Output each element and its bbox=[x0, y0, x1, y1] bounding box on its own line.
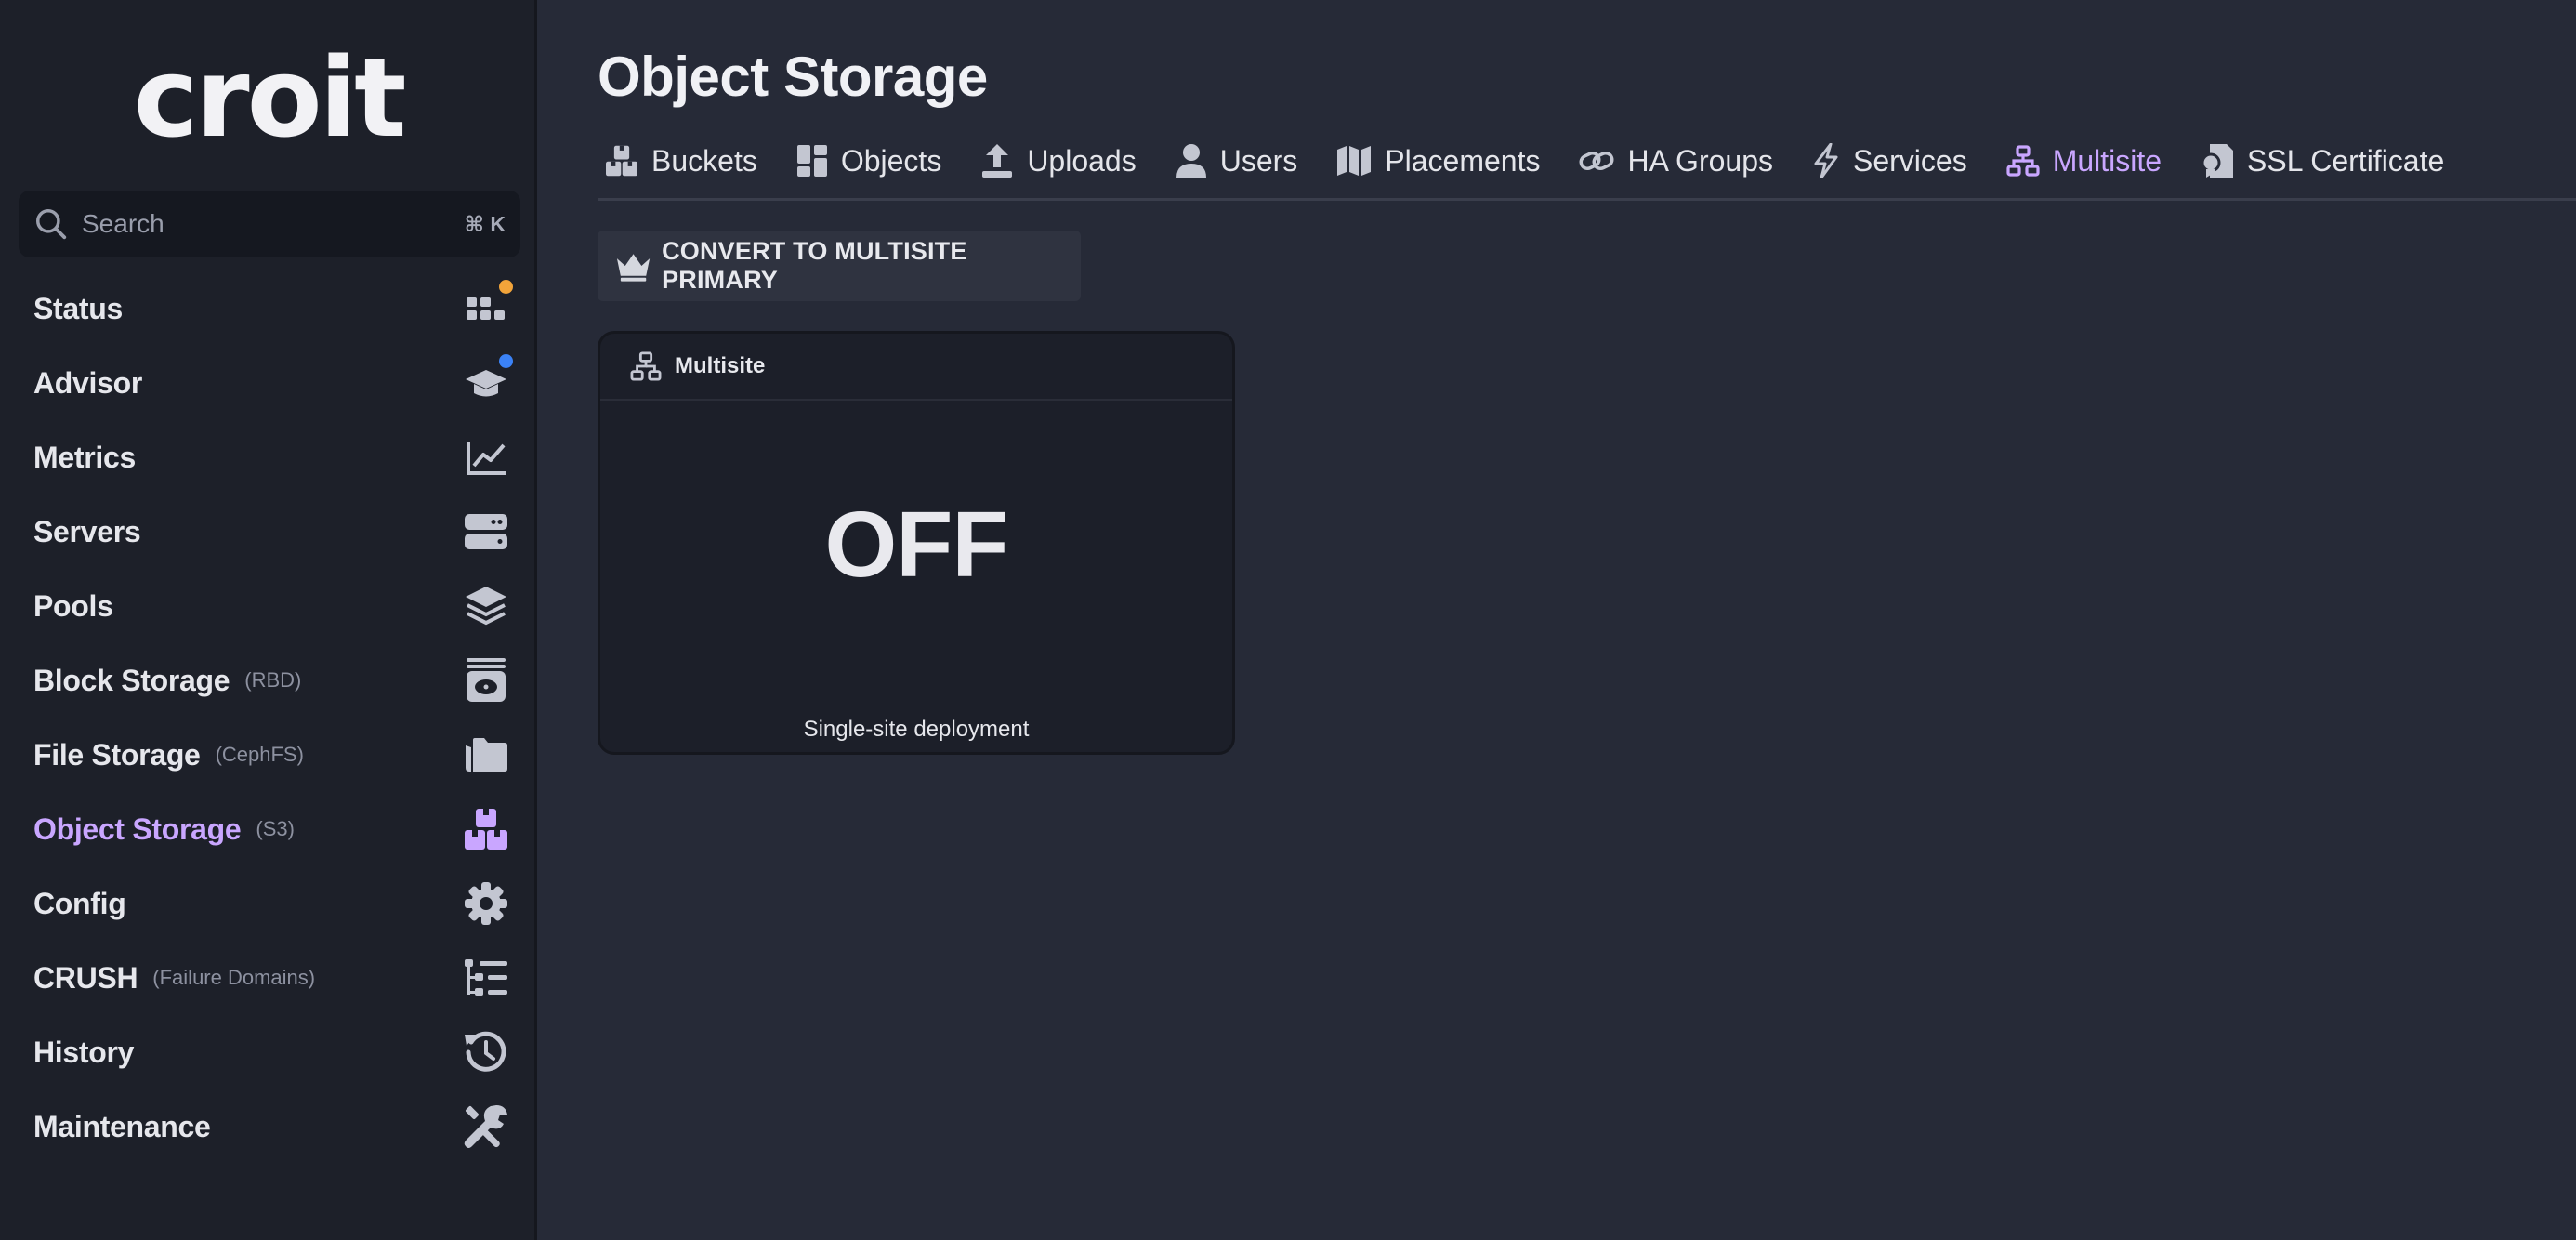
tab-label: SSL Certificate bbox=[2247, 143, 2445, 178]
tab-label: Services bbox=[1852, 143, 1967, 178]
search-shortcut-hint: ⌘ K bbox=[464, 211, 506, 236]
main-content: Object Storage Buckets Objects Uploads U… bbox=[540, 0, 2576, 1240]
tab-buckets[interactable]: Buckets bbox=[598, 130, 769, 191]
sidebar-item-sub: (Failure Domains) bbox=[152, 966, 316, 989]
sidebar-item-servers[interactable]: Servers bbox=[0, 495, 537, 569]
sidebar-item-label: Metrics bbox=[33, 440, 136, 474]
user-icon bbox=[1176, 144, 1206, 178]
sidebar-item-label: Object Storage bbox=[33, 811, 242, 846]
sidebar-item-label: Maintenance bbox=[33, 1109, 211, 1143]
croit-logo[interactable]: croit bbox=[0, 37, 537, 158]
sidebar-item-sub: (RBD) bbox=[244, 668, 302, 692]
boxes-icon bbox=[463, 806, 509, 852]
sidebar-item-config[interactable]: Config bbox=[0, 866, 537, 941]
history-icon bbox=[463, 1029, 509, 1075]
page-title: Object Storage bbox=[598, 46, 988, 108]
multisite-status-caption: Single-site deployment bbox=[803, 717, 1030, 742]
objects-icon bbox=[796, 145, 827, 177]
card-title: Multisite bbox=[675, 353, 766, 378]
tree-list-icon bbox=[463, 955, 509, 1001]
tab-label: Placements bbox=[1385, 143, 1541, 178]
sidebar-item-block-storage[interactable]: Block Storage (RBD) bbox=[0, 643, 537, 718]
sidebar-item-file-storage[interactable]: File Storage (CephFS) bbox=[0, 718, 537, 792]
graduation-cap-icon bbox=[463, 354, 513, 406]
sidebar-item-label: Status bbox=[33, 291, 123, 325]
sidebar-item-metrics[interactable]: Metrics bbox=[0, 420, 537, 495]
tab-label: Uploads bbox=[1027, 143, 1137, 178]
tab-label: Multisite bbox=[2052, 143, 2162, 178]
tab-label: Objects bbox=[840, 143, 942, 178]
status-grid-icon bbox=[463, 280, 513, 332]
tab-users[interactable]: Users bbox=[1168, 130, 1309, 191]
sidebar-item-history[interactable]: History bbox=[0, 1015, 537, 1089]
sidebar-item-label: Advisor bbox=[33, 365, 143, 400]
map-icon bbox=[1337, 146, 1372, 176]
sidebar-item-sub: (S3) bbox=[256, 817, 295, 840]
tab-bar: Buckets Objects Uploads Users Placements… bbox=[598, 130, 2576, 201]
tab-label: HA Groups bbox=[1627, 143, 1773, 178]
sitemap-icon bbox=[630, 351, 662, 381]
sidebar-nav: Status Advisor Metrics Servers Pools Blo… bbox=[0, 271, 537, 1164]
advisor-notification-dot bbox=[499, 354, 513, 368]
sidebar-item-label: File Storage bbox=[33, 737, 201, 772]
crown-icon bbox=[616, 254, 651, 282]
tab-ssl-certificate[interactable]: SSL Certificate bbox=[2193, 130, 2455, 191]
sidebar-item-status[interactable]: Status bbox=[0, 271, 537, 346]
sidebar-item-crush[interactable]: CRUSH (Failure Domains) bbox=[0, 941, 537, 1015]
convert-button-label: CONVERT TO MULTISITE PRIMARY bbox=[662, 237, 967, 294]
tab-services[interactable]: Services bbox=[1805, 130, 1978, 191]
link-icon bbox=[1579, 151, 1614, 171]
sidebar: croit Search ⌘ K Status Advisor Metrics … bbox=[0, 0, 537, 1240]
sidebar-item-pools[interactable]: Pools bbox=[0, 569, 537, 643]
sidebar-item-label: Pools bbox=[33, 588, 113, 623]
sidebar-item-label: CRUSH bbox=[33, 960, 138, 995]
upload-icon bbox=[982, 144, 1013, 178]
tab-label: Buckets bbox=[651, 143, 757, 178]
search-box[interactable]: Search ⌘ K bbox=[19, 191, 520, 257]
sidebar-item-label: Block Storage bbox=[33, 663, 230, 697]
line-chart-icon bbox=[463, 434, 509, 481]
search-icon bbox=[36, 209, 67, 240]
tools-icon bbox=[463, 1103, 509, 1150]
sitemap-icon bbox=[2006, 145, 2040, 177]
tab-multisite[interactable]: Multisite bbox=[1999, 130, 2173, 191]
convert-to-multisite-primary-button[interactable]: CONVERT TO MULTISITE PRIMARY bbox=[598, 231, 1081, 301]
gear-icon bbox=[463, 880, 509, 927]
sidebar-item-object-storage[interactable]: Object Storage (S3) bbox=[0, 792, 537, 866]
certificate-icon bbox=[2201, 144, 2234, 178]
server-icon bbox=[463, 508, 509, 555]
tab-objects[interactable]: Objects bbox=[789, 130, 953, 191]
tab-uploads[interactable]: Uploads bbox=[973, 130, 1147, 191]
layers-icon bbox=[463, 583, 509, 629]
sidebar-item-maintenance[interactable]: Maintenance bbox=[0, 1089, 537, 1164]
sidebar-item-label: Config bbox=[33, 886, 126, 920]
multisite-status-card: Multisite OFF Single-site deployment bbox=[598, 331, 1235, 755]
search-input[interactable]: Search bbox=[82, 209, 465, 239]
tab-placements[interactable]: Placements bbox=[1329, 130, 1551, 191]
tab-label: Users bbox=[1219, 143, 1298, 178]
sidebar-item-label: Servers bbox=[33, 514, 141, 548]
boxes-icon bbox=[606, 145, 637, 177]
sidebar-item-advisor[interactable]: Advisor bbox=[0, 346, 537, 420]
tab-ha-groups[interactable]: HA Groups bbox=[1571, 130, 1784, 191]
sidebar-item-label: History bbox=[33, 1035, 135, 1069]
multisite-status-value: OFF bbox=[824, 493, 1009, 597]
folder-icon bbox=[463, 732, 509, 778]
sidebar-item-sub: (CephFS) bbox=[215, 743, 304, 766]
status-notification-dot bbox=[499, 280, 513, 294]
bolt-icon bbox=[1814, 143, 1838, 178]
card-header: Multisite bbox=[600, 334, 1232, 401]
disk-icon bbox=[463, 657, 509, 704]
